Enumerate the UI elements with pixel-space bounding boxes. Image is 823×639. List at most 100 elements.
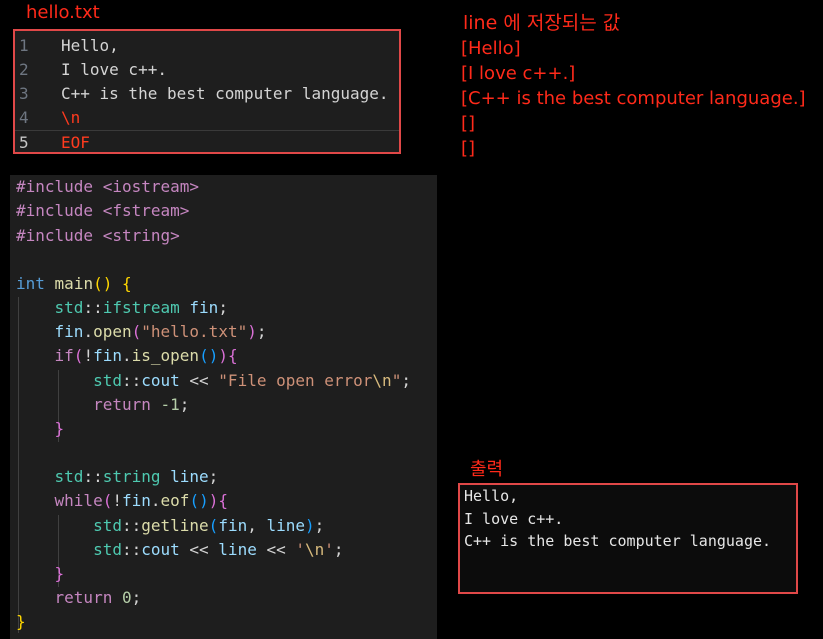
code-token: getline bbox=[141, 516, 209, 535]
output-title: 출력 bbox=[470, 459, 504, 480]
code-token: ! bbox=[112, 491, 122, 510]
line-value: [] bbox=[461, 138, 476, 159]
code-token: std bbox=[54, 467, 84, 486]
file-content-box: 1 Hello, 2 I love c++. 3 C++ is the best… bbox=[13, 29, 401, 154]
code-token: cout bbox=[141, 371, 180, 390]
code-token: std bbox=[93, 371, 122, 390]
code-token: return bbox=[93, 395, 151, 414]
output-console: Hello, I love c++. C++ is the best compu… bbox=[458, 483, 798, 594]
line-text: \n bbox=[61, 108, 81, 127]
code-token: ; bbox=[208, 467, 219, 486]
code-token: << bbox=[256, 540, 296, 559]
code-line: std::getline(fin, line); bbox=[93, 516, 325, 535]
code-token: ! bbox=[83, 346, 94, 365]
code-token: open bbox=[93, 322, 132, 341]
code-token: string bbox=[102, 467, 161, 486]
code-token: std bbox=[93, 516, 122, 535]
code-line: } bbox=[16, 564, 65, 588]
code-line: return 0; bbox=[16, 588, 142, 612]
output-line: I love c++. bbox=[464, 510, 564, 528]
line-value: [C++ is the best computer language.] bbox=[461, 88, 806, 109]
code-line: } bbox=[16, 419, 65, 443]
code-line: #include <fstream> bbox=[16, 201, 189, 225]
code-line: #include <string> bbox=[16, 226, 180, 250]
line-value: [I love c++.] bbox=[461, 63, 576, 84]
line-text: EOF bbox=[61, 133, 90, 152]
code-token: () bbox=[93, 274, 113, 293]
file-title: hello.txt bbox=[26, 2, 100, 23]
code-token: { bbox=[218, 491, 228, 510]
code-token: :: bbox=[121, 371, 142, 390]
line-text: Hello, bbox=[61, 36, 119, 55]
code-token: main bbox=[54, 274, 94, 293]
code-line: #include <iostream> bbox=[16, 177, 199, 201]
code-token: ; bbox=[256, 322, 267, 341]
line-value: [Hello] bbox=[461, 38, 521, 59]
code-line: fin.open("hello.txt"); bbox=[54, 322, 267, 341]
line-number: 4 bbox=[19, 108, 29, 127]
code-token: fin bbox=[189, 298, 219, 317]
line-text: C++ is the best computer language. bbox=[61, 84, 389, 103]
line-number: 1 bbox=[19, 36, 29, 55]
code-token: ; bbox=[131, 588, 142, 607]
code-token: std bbox=[93, 540, 122, 559]
code-token: #include <string> bbox=[16, 226, 180, 245]
code-token: #include <iostream> bbox=[16, 177, 200, 196]
line-number: 3 bbox=[19, 84, 29, 103]
file-line: 3 C++ is the best computer language. bbox=[15, 82, 399, 106]
code-token: ; bbox=[401, 371, 411, 390]
code-token: ' bbox=[295, 540, 305, 559]
code-token: { bbox=[227, 346, 238, 365]
code-line: std::string line; bbox=[16, 467, 219, 491]
output-line: C++ is the best computer language. bbox=[464, 532, 772, 550]
code-token: , bbox=[247, 516, 267, 535]
code-token: 0 bbox=[121, 588, 132, 607]
code-token: ; bbox=[218, 298, 228, 317]
code-token: eof bbox=[160, 491, 190, 510]
code-token: } bbox=[54, 419, 65, 438]
code-token: std bbox=[54, 298, 84, 317]
code-token: ; bbox=[314, 516, 325, 535]
file-line: 2 I love c++. bbox=[15, 58, 399, 82]
line-text: I love c++. bbox=[61, 60, 167, 79]
code-token: fin bbox=[218, 516, 248, 535]
code-token: \n bbox=[305, 540, 325, 559]
code-token: :: bbox=[83, 298, 103, 317]
code-token: :: bbox=[83, 467, 103, 486]
code-token: line bbox=[218, 540, 257, 559]
file-line: 1 Hello, bbox=[15, 34, 399, 58]
code-token: . bbox=[121, 346, 132, 365]
code-token: " bbox=[391, 371, 402, 390]
code-token: line bbox=[266, 516, 306, 535]
code-line: } bbox=[16, 612, 26, 636]
code-token: line bbox=[170, 467, 209, 486]
line-values-title: line 에 저장되는 값 bbox=[463, 12, 621, 34]
code-token: #include <fstream> bbox=[16, 201, 190, 220]
code-token: } bbox=[16, 612, 26, 631]
code-token: int bbox=[16, 274, 45, 293]
code-token: { bbox=[121, 274, 132, 293]
code-token: is_open bbox=[131, 346, 200, 365]
code-line: if(!fin.is_open()){ bbox=[54, 346, 238, 365]
line-value: [] bbox=[461, 113, 476, 134]
code-token: return bbox=[54, 588, 113, 607]
code-token: "hello.txt" bbox=[141, 322, 248, 341]
code-token: . bbox=[83, 322, 94, 341]
code-line: std::cout << line << '\n'; bbox=[16, 540, 343, 564]
code-token: "File open error bbox=[218, 371, 373, 390]
code-line: return -1; bbox=[16, 395, 189, 419]
code-token: while bbox=[54, 491, 103, 510]
code-token: cout bbox=[141, 540, 180, 559]
code-editor: #include <iostream> #include <fstream> #… bbox=[10, 175, 437, 639]
file-line: 4 \n bbox=[15, 106, 399, 130]
file-line: 5 EOF bbox=[15, 130, 399, 155]
code-token: :: bbox=[121, 516, 142, 535]
code-token: :: bbox=[121, 540, 142, 559]
code-token: . bbox=[150, 491, 161, 510]
code-token: -1 bbox=[160, 395, 180, 414]
code-token: << bbox=[179, 371, 219, 390]
output-line: Hello, bbox=[464, 487, 519, 505]
code-token: ifstream bbox=[102, 298, 180, 317]
code-token: fin bbox=[121, 491, 151, 510]
code-token: fin bbox=[93, 346, 122, 365]
